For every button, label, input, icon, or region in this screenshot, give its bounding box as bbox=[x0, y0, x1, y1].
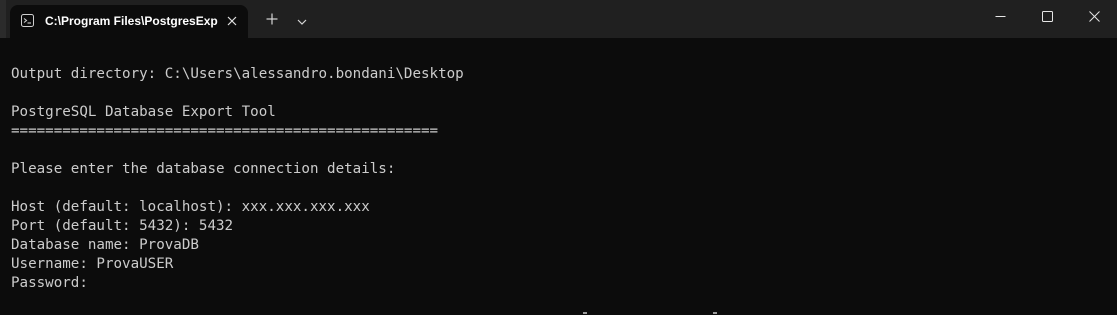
password-prompt-line: Password: bbox=[11, 275, 88, 291]
terminal-window: C:\Program Files\PostgresExp Output dire… bbox=[0, 0, 1117, 315]
artifact-mark bbox=[583, 312, 587, 314]
close-icon bbox=[1088, 9, 1100, 27]
tab-active[interactable]: C:\Program Files\PostgresExp bbox=[10, 5, 248, 38]
database-name-line: Database name: ProvaDB bbox=[11, 237, 199, 253]
title-bar[interactable]: C:\Program Files\PostgresExp bbox=[0, 0, 1117, 38]
host-line: Host (default: localhost): xxx.xxx.xxx.x… bbox=[11, 199, 370, 215]
minimize-button[interactable] bbox=[977, 0, 1023, 36]
tab-dropdown-button[interactable] bbox=[291, 9, 313, 33]
terminal-output[interactable]: Output directory: C:\Users\alessandro.bo… bbox=[0, 38, 1117, 315]
close-window-button[interactable] bbox=[1071, 0, 1117, 36]
port-line: Port (default: 5432): 5432 bbox=[11, 218, 234, 234]
prompt-intro-line: Please enter the database connection det… bbox=[11, 161, 396, 177]
terminal-icon bbox=[21, 14, 34, 27]
maximize-button[interactable] bbox=[1024, 0, 1070, 36]
username-line: Username: ProvaUSER bbox=[11, 256, 174, 272]
plus-icon bbox=[266, 12, 278, 30]
background-window-edge bbox=[0, 0, 6, 38]
new-tab-button[interactable] bbox=[260, 9, 284, 33]
artifact-mark bbox=[713, 312, 717, 314]
tool-title-line: PostgreSQL Database Export Tool bbox=[11, 104, 276, 120]
minimize-icon bbox=[995, 9, 1006, 27]
tab-title: C:\Program Files\PostgresExp bbox=[45, 14, 218, 28]
separator-line: ========================================… bbox=[11, 123, 439, 139]
chevron-down-icon bbox=[297, 12, 307, 30]
output-directory-line: Output directory: C:\Users\alessandro.bo… bbox=[11, 66, 464, 82]
maximize-icon bbox=[1041, 9, 1053, 27]
close-icon[interactable] bbox=[222, 11, 242, 31]
